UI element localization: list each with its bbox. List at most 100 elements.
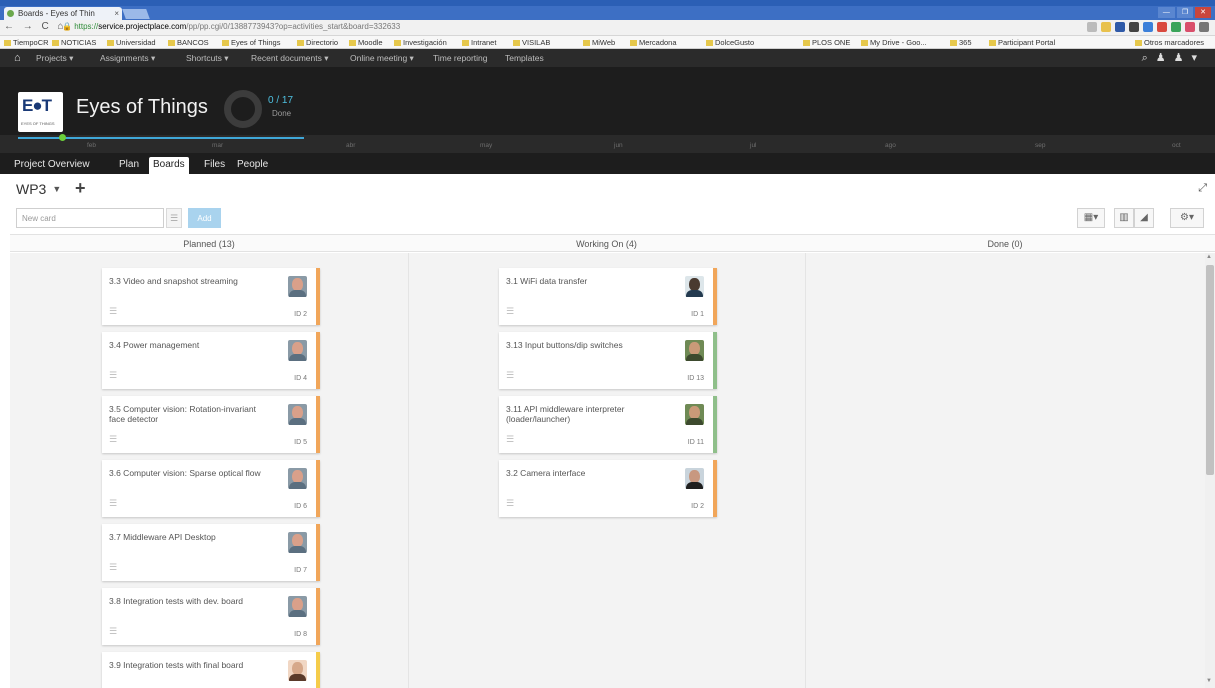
tab-project-overview[interactable]: Project Overview <box>14 157 90 174</box>
bookmark-item[interactable]: My Drive - Goo... <box>861 36 927 48</box>
avatar[interactable] <box>685 340 704 361</box>
bookmark-item[interactable]: VISILAB <box>513 36 550 48</box>
card[interactable]: 3.4 Power management ☰ ID 4 <box>102 332 320 389</box>
column-header-done[interactable]: Done (0) <box>805 235 1205 253</box>
card[interactable]: 3.1 WiFi data transfer ☰ ID 1 <box>499 268 717 325</box>
column-divider <box>408 253 409 688</box>
tab-files[interactable]: Files <box>204 157 225 174</box>
card-title: 3.7 Middleware API Desktop <box>109 532 216 542</box>
extension-icon[interactable] <box>1185 22 1195 32</box>
new-tab-button[interactable] <box>122 9 150 19</box>
avatar[interactable] <box>288 404 307 425</box>
bookmark-item[interactable]: MiWeb <box>583 36 615 48</box>
avatar[interactable] <box>288 660 307 681</box>
description-icon: ☰ <box>506 370 515 380</box>
account-menu-icon[interactable]: ♟▾ <box>1174 52 1205 64</box>
bookmark-item[interactable]: Eyes of Things <box>222 36 280 48</box>
settings-button[interactable]: ⚙▾ <box>1170 208 1204 228</box>
tab-people[interactable]: People <box>237 157 268 174</box>
board-selector[interactable]: WP3 ▼ <box>16 181 61 197</box>
avatar[interactable] <box>288 532 307 553</box>
bookmark-item[interactable]: Investigación <box>394 36 447 48</box>
menu-templates[interactable]: Templates <box>505 49 544 67</box>
card[interactable]: 3.11 API middleware interpreter (loader/… <box>499 396 717 453</box>
tools-icon[interactable] <box>1129 22 1139 32</box>
lock-icon: 🔒 <box>62 22 75 31</box>
add-card-button[interactable]: Add <box>188 208 221 228</box>
tab-plan[interactable]: Plan <box>119 157 139 174</box>
card-description-button[interactable]: ☰ <box>166 208 182 228</box>
description-icon: ☰ <box>506 434 515 444</box>
browser-tab[interactable]: Boards - Eyes of Thin × <box>4 7 122 20</box>
avatar[interactable] <box>685 276 704 297</box>
card[interactable]: 3.5 Computer vision: Rotation-invariant … <box>102 396 320 453</box>
menu-shortcuts[interactable]: Shortcuts ▾ <box>186 49 229 67</box>
bookmark-item[interactable]: Participant Portal <box>989 36 1055 48</box>
chart-view-button[interactable]: ◢ <box>1134 208 1154 228</box>
scrollbar-thumb[interactable] <box>1206 265 1214 475</box>
extension-icon[interactable] <box>1171 22 1181 32</box>
menu-time-reporting[interactable]: Time reporting <box>433 49 487 67</box>
new-card-input[interactable] <box>16 208 164 228</box>
menu-projects[interactable]: Projects ▾ <box>36 49 73 67</box>
home-icon[interactable]: ⌂ <box>14 49 21 67</box>
bookmark-item[interactable]: TiempoCR <box>4 36 49 48</box>
bookmark-item[interactable]: BANCOS <box>168 36 209 48</box>
board-view-button[interactable]: ▥ <box>1114 208 1134 228</box>
card[interactable]: 3.7 Middleware API Desktop ☰ ID 7 <box>102 524 320 581</box>
user-icon[interactable]: ♟ <box>1156 52 1174 64</box>
column-header-planned[interactable]: Planned (13) <box>10 235 408 253</box>
card[interactable]: 3.9 Integration tests with final board ☰ <box>102 652 320 688</box>
calendar-icon[interactable] <box>1143 22 1153 32</box>
bookmark-item[interactable]: Universidad <box>107 36 156 48</box>
card[interactable]: 3.13 Input buttons/dip switches ☰ ID 13 <box>499 332 717 389</box>
card-id: ID 7 <box>294 567 307 574</box>
bookmark-item[interactable]: Mercadona <box>630 36 677 48</box>
avatar[interactable] <box>288 596 307 617</box>
card[interactable]: 3.3 Video and snapshot streaming ☰ ID 2 <box>102 268 320 325</box>
avatar[interactable] <box>288 276 307 297</box>
search-icon[interactable]: ⌕ <box>1142 52 1156 64</box>
close-window-icon[interactable]: ✕ <box>1195 7 1211 18</box>
browser-tab-title: Boards - Eyes of Thin <box>18 9 95 18</box>
card[interactable]: 3.8 Integration tests with dev. board ☰ … <box>102 588 320 645</box>
avatar[interactable] <box>288 468 307 489</box>
project-timeline[interactable]: feb mar abr may jun jul ago sep oct <box>0 134 1215 153</box>
column-header-working-on[interactable]: Working On (4) <box>408 235 805 253</box>
minimize-icon[interactable]: — <box>1157 7 1175 18</box>
maximize-icon[interactable]: ❐ <box>1176 7 1194 18</box>
menu-assignments[interactable]: Assignments ▾ <box>100 49 155 67</box>
bookmark-item[interactable]: Otros marcadores <box>1135 36 1204 48</box>
user-controls[interactable]: ⌕♟♟▾ <box>1142 49 1205 67</box>
card[interactable]: 3.6 Computer vision: Sparse optical flow… <box>102 460 320 517</box>
bookmark-item[interactable]: DolceGusto <box>706 36 754 48</box>
close-tab-icon[interactable]: × <box>114 7 119 20</box>
card-title: 3.2 Camera interface <box>506 468 586 478</box>
bookmark-item[interactable]: Intranet <box>462 36 496 48</box>
avatar[interactable] <box>288 340 307 361</box>
bookmark-item[interactable]: 365 <box>950 36 972 48</box>
menu-icon[interactable] <box>1199 22 1209 32</box>
menu-online-meeting[interactable]: Online meeting ▾ <box>350 49 414 67</box>
scroll-up-icon[interactable]: ▲ <box>1206 254 1212 260</box>
avatar[interactable] <box>685 468 704 489</box>
extension-icon[interactable] <box>1115 22 1125 32</box>
bookmark-item[interactable]: NOTICIAS <box>52 36 96 48</box>
menu-recent-documents[interactable]: Recent documents ▾ <box>251 49 329 67</box>
card[interactable]: 3.2 Camera interface ☰ ID 2 <box>499 460 717 517</box>
fullscreen-icon[interactable]: ⤢ <box>1198 182 1207 195</box>
bookmark-item[interactable]: PLOS ONE <box>803 36 850 48</box>
search-icon[interactable] <box>1087 22 1097 32</box>
add-board-icon[interactable]: + <box>75 178 86 199</box>
view-options-button[interactable]: ▦▾ <box>1077 208 1105 228</box>
avatar[interactable] <box>685 404 704 425</box>
tab-boards[interactable]: Boards <box>149 157 189 174</box>
extension-icon[interactable] <box>1157 22 1167 32</box>
bookmark-item[interactable]: Moodle <box>349 36 383 48</box>
bookmark-item[interactable]: Directorio <box>297 36 338 48</box>
url-field[interactable]: 🔒 https://service.projectplace.com/pp/pp… <box>62 22 400 31</box>
project-logo[interactable]: E●T EYES OF THINGS <box>18 92 63 132</box>
star-icon[interactable] <box>1101 22 1111 32</box>
scroll-down-icon[interactable]: ▼ <box>1206 678 1212 684</box>
navigation-icons[interactable]: ← → C ⌂ <box>4 21 67 32</box>
